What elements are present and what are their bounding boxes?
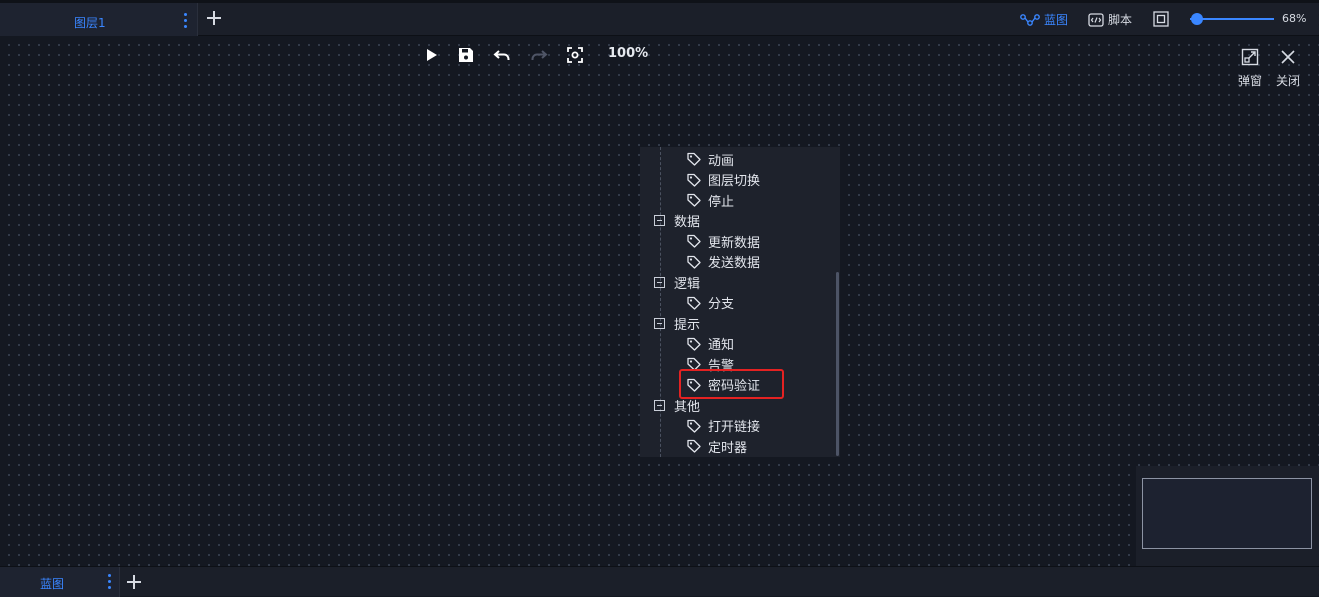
collapse-icon[interactable] [654,317,665,329]
tag-icon [686,151,702,167]
tree-group[interactable]: 逻辑 [654,272,700,292]
script-label: 脚本 [1108,13,1133,27]
tag-icon [686,233,702,249]
script-button[interactable]: 脚本 [1088,11,1132,28]
minimap-viewport[interactable] [1142,478,1312,549]
tab-layer-1-label: 图层1 [74,16,106,30]
play-icon[interactable] [422,46,440,64]
tree-item-label: 发送数据 [708,256,761,271]
tree-item-label: 分支 [708,297,735,312]
popup-label: 弹窗 [1237,74,1262,88]
tree-item[interactable]: 分支 [686,293,734,313]
add-layer-icon[interactable] [207,11,221,25]
tree-item-label: 数据 [674,215,701,230]
tree-item-label: 打开链接 [708,420,761,435]
blueprint-label: 蓝图 [1044,13,1069,27]
tag-icon [686,336,702,352]
tree-item[interactable]: 打开链接 [686,416,760,436]
tree-item[interactable]: 通知 [686,334,734,354]
tag-icon [686,254,702,270]
action-tree-panel: 动画 图层切换 停止 数据 更新数据 发送数据 逻辑 分支 提示 通知 告警 密码验证 其他 打开链接 定时… [640,147,840,457]
bottom-tab-label: 蓝图 [40,577,65,591]
collapse-icon[interactable] [654,215,665,226]
tree-item[interactable]: 发送数据 [686,252,760,272]
tree-item-label: 定时器 [708,440,748,456]
tree-item[interactable]: 动画 [686,149,734,169]
redo-icon[interactable] [530,46,548,64]
zoom-slider-knob[interactable] [1190,13,1203,25]
tag-icon [686,438,702,454]
blueprint-icon [1020,13,1040,26]
tab-layer-1[interactable]: 图层1 [0,3,198,36]
tree-item-label: 动画 [708,153,735,169]
tree-group[interactable]: 数据 [654,211,700,231]
zoom-level-text: 68% [1282,12,1307,25]
close-button[interactable]: 关闭 [1273,48,1303,89]
bottom-bar: 蓝图 [0,566,1319,597]
tag-icon [686,295,702,311]
tag-icon [686,192,702,208]
tree-item-label: 更新数据 [708,235,761,251]
bottom-tab-menu-icon[interactable] [108,574,112,590]
bottom-tab-blueprint[interactable]: 蓝图 [0,567,120,597]
tree-item[interactable]: 图层切换 [686,170,760,190]
add-blueprint-icon[interactable] [127,575,141,589]
tree-item[interactable]: 停止 [686,190,734,210]
save-icon[interactable] [457,46,475,64]
tree-scrollbar[interactable] [836,272,839,456]
close-icon [1281,50,1295,64]
fit-screen-icon[interactable] [1153,11,1169,27]
tree-item-label: 提示 [674,317,701,333]
canvas-zoom-percent: 100% [608,46,649,61]
undo-icon[interactable] [493,46,511,64]
tree-item-label: 通知 [708,338,735,353]
blueprint-button[interactable]: 蓝图 [1020,11,1068,28]
popup-icon [1241,48,1259,66]
tag-icon [686,172,702,188]
highlight-box [679,369,784,399]
collapse-icon[interactable] [654,276,665,288]
tree-item-label: 停止 [708,194,735,210]
popup-button[interactable]: 弹窗 [1235,48,1265,89]
tag-icon [686,418,702,434]
tree-item-label: 逻辑 [674,276,701,292]
collapse-icon[interactable] [654,399,665,411]
code-icon [1088,12,1104,27]
tree-group[interactable]: 提示 [654,313,700,333]
focus-icon[interactable] [566,46,584,64]
top-bar: 图层1 蓝图 脚本 68% [0,0,1319,36]
tree-item-label: 图层切换 [708,174,761,189]
tab-menu-icon[interactable] [184,13,188,29]
tree-item[interactable]: 更新数据 [686,231,760,251]
close-label: 关闭 [1275,74,1300,88]
tree-item[interactable]: 定时器 [686,436,747,456]
